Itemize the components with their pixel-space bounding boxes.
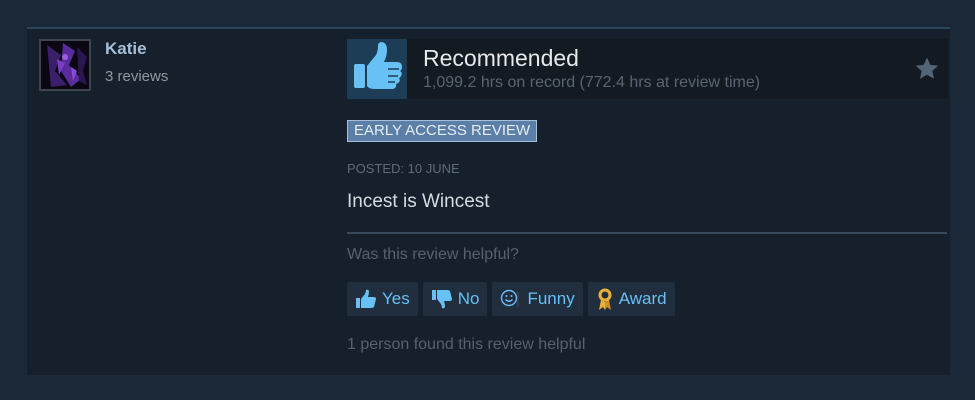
yes-label: Yes xyxy=(382,289,410,308)
yes-button[interactable]: Yes xyxy=(347,282,418,316)
smiley-icon xyxy=(501,289,519,307)
author-name[interactable]: Katie xyxy=(105,39,147,59)
author-review-count[interactable]: 3 reviews xyxy=(105,68,168,85)
star-icon[interactable] xyxy=(914,56,940,82)
award-button[interactable]: Award xyxy=(587,282,675,316)
divider xyxy=(347,232,947,234)
rating-buttons: Yes No Funny Award xyxy=(347,282,675,316)
avatar-image xyxy=(41,41,89,89)
no-label: No xyxy=(457,289,480,308)
award-ribbon-icon xyxy=(598,288,612,310)
no-button[interactable]: No xyxy=(422,282,488,316)
award-label: Award xyxy=(618,289,667,308)
avatar[interactable] xyxy=(39,39,91,91)
thumbs-up-icon xyxy=(354,42,402,89)
hours-on-record: 1,099.2 hrs on record (772.4 hrs at revi… xyxy=(423,74,761,91)
vote-title[interactable]: Recommended xyxy=(423,45,579,72)
helpful-question: Was this review helpful? xyxy=(347,246,519,263)
vote-header: Recommended 1,099.2 hrs on record (772.4… xyxy=(347,39,948,99)
thumbs-down-icon xyxy=(431,290,452,309)
review-text: Incest is Wincest xyxy=(347,191,490,212)
posted-date: POSTED: 10 JUNE xyxy=(347,161,460,176)
early-access-badge: EARLY ACCESS REVIEW xyxy=(347,120,538,142)
thumbs-up-icon xyxy=(356,289,376,308)
funny-button[interactable]: Funny xyxy=(492,282,583,316)
recommended-thumb xyxy=(347,39,407,99)
helpful-count: 1 person found this review helpful xyxy=(347,336,586,353)
review-card: Katie 3 reviews Recommended 1,099.2 hrs … xyxy=(27,27,950,375)
funny-label: Funny xyxy=(527,289,575,308)
